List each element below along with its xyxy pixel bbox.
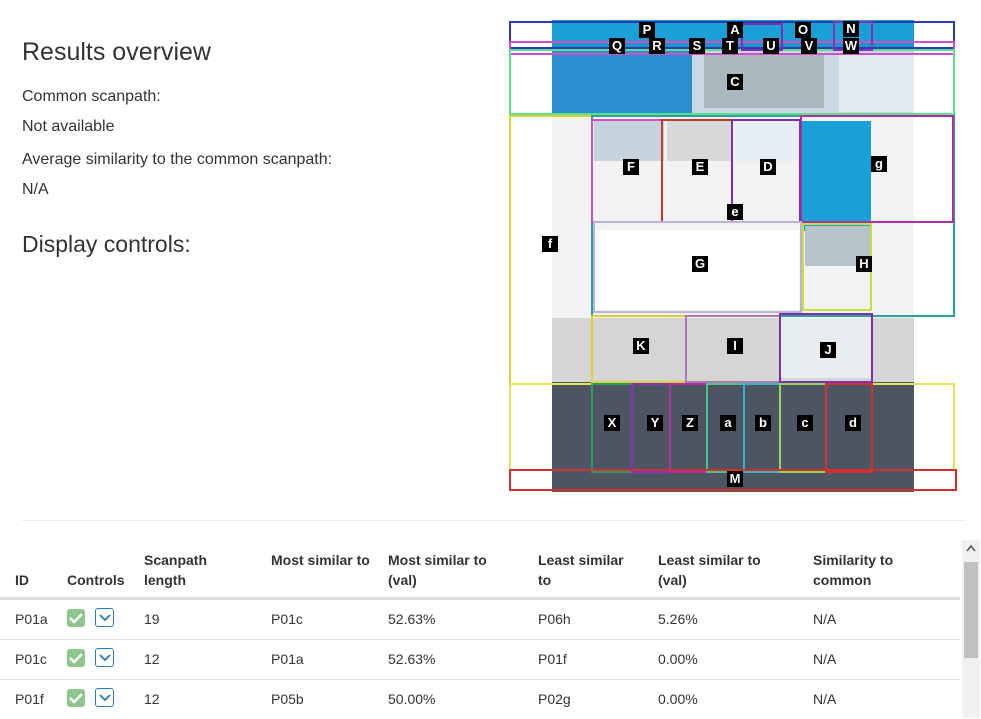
aoi-label-H: H: [856, 256, 872, 272]
aoi-label-G: G: [692, 256, 708, 272]
aoi-label-g: g: [871, 156, 887, 172]
common-scanpath-value: Not available: [22, 118, 115, 135]
aoi-label-F: F: [623, 159, 639, 175]
col-controls[interactable]: Controls: [67, 570, 125, 590]
aoi-label-A: A: [727, 22, 743, 38]
col-scanpath-length[interactable]: Scanpath length: [144, 550, 234, 590]
aoi-label-N: N: [843, 21, 859, 37]
row-most-similar-val: 50.00%: [388, 691, 436, 707]
col-most-similar[interactable]: Most similar to: [271, 550, 371, 570]
aoi-label-W: W: [843, 38, 859, 54]
aoi-label-S: S: [689, 38, 705, 54]
results-title: Results overview: [22, 38, 211, 66]
aoi-label-I: I: [727, 338, 743, 354]
aoi-label-T: T: [722, 38, 738, 54]
aoi-label-C: C: [727, 74, 743, 90]
aoi-label-K: K: [633, 338, 649, 354]
row-id: P01a: [15, 611, 48, 627]
scrollbar-thumb[interactable]: [964, 562, 978, 658]
aoi-label-E: E: [692, 159, 708, 175]
aoi-label-d: d: [845, 415, 861, 431]
row-most-similar: P01c: [271, 611, 303, 627]
scroll-up-icon[interactable]: [962, 540, 980, 558]
table-row: P01c 12 P01a 52.63% P01f 0.00% N/A: [0, 639, 960, 679]
aoi-label-M: M: [727, 471, 743, 487]
webpage-preview: P A O N Q R S T U V W C F E Dg e f G H K I J X Y Za b c d M: [509, 20, 957, 492]
display-controls-heading: Display controls:: [22, 231, 191, 257]
table-row: P01a 19 P01c 52.63% P06h 5.26% N/A: [0, 599, 960, 639]
aoi-label-O: O: [795, 22, 811, 38]
aoi-label-c: c: [797, 415, 813, 431]
aoi-label-P: P: [639, 22, 655, 38]
aoi-label-e: e: [727, 204, 743, 220]
row-least-similar: P01f: [538, 651, 567, 667]
aoi-label-U: U: [763, 38, 779, 54]
aoi-label-f: f: [542, 236, 558, 252]
row-least-similar: P06h: [538, 611, 571, 627]
row-length: 12: [144, 651, 160, 667]
avg-similarity-label: Average similarity to the common scanpat…: [22, 151, 333, 168]
col-similarity-common[interactable]: Similarity to common: [813, 550, 923, 590]
aoi-label-R: R: [649, 38, 665, 54]
row-least-similar-val: 0.00%: [658, 691, 698, 707]
aoi-label-J: J: [820, 342, 836, 358]
aoi-label-Z: Z: [682, 415, 698, 431]
check-icon[interactable]: [67, 609, 85, 627]
row-most-similar: P01a: [271, 651, 304, 667]
chevron-down-icon[interactable]: [95, 648, 114, 667]
row-least-similar-val: 5.26%: [658, 611, 698, 627]
aoi-label-Y: Y: [647, 415, 663, 431]
chevron-down-icon[interactable]: [95, 608, 114, 627]
row-similarity-common: N/A: [813, 691, 837, 707]
col-id[interactable]: ID: [15, 570, 29, 590]
col-least-similar-val[interactable]: Least similar to (val): [658, 550, 788, 590]
aoi-label-Q: Q: [609, 38, 625, 54]
common-scanpath-label: Common scanpath:: [22, 88, 161, 105]
divider: [22, 520, 966, 521]
col-least-similar[interactable]: Least similar to: [538, 550, 638, 590]
table-row: P01f 12 P05b 50.00% P02g 0.00% N/A: [0, 679, 960, 719]
row-id: P01c: [15, 651, 47, 667]
row-id: P01f: [15, 691, 44, 707]
check-icon[interactable]: [67, 649, 85, 667]
aoi-label-a: a: [720, 415, 736, 431]
row-most-similar: P05b: [271, 691, 304, 707]
row-least-similar: P02g: [538, 691, 571, 707]
table-scrollbar[interactable]: [962, 540, 980, 718]
row-most-similar-val: 52.63%: [388, 651, 436, 667]
col-most-similar-val[interactable]: Most similar to (val): [388, 550, 508, 590]
aoi-label-V: V: [801, 38, 817, 54]
aoi-label-D: D: [760, 159, 776, 175]
row-similarity-common: N/A: [813, 611, 837, 627]
row-most-similar-val: 52.63%: [388, 611, 436, 627]
aoi-label-b: b: [755, 415, 771, 431]
aoi-label-X: X: [604, 415, 620, 431]
avg-similarity-value: N/A: [22, 181, 49, 198]
check-icon[interactable]: [67, 689, 85, 707]
row-least-similar-val: 0.00%: [658, 651, 698, 667]
row-length: 12: [144, 691, 160, 707]
chevron-down-icon[interactable]: [95, 688, 114, 707]
row-similarity-common: N/A: [813, 651, 837, 667]
row-length: 19: [144, 611, 160, 627]
